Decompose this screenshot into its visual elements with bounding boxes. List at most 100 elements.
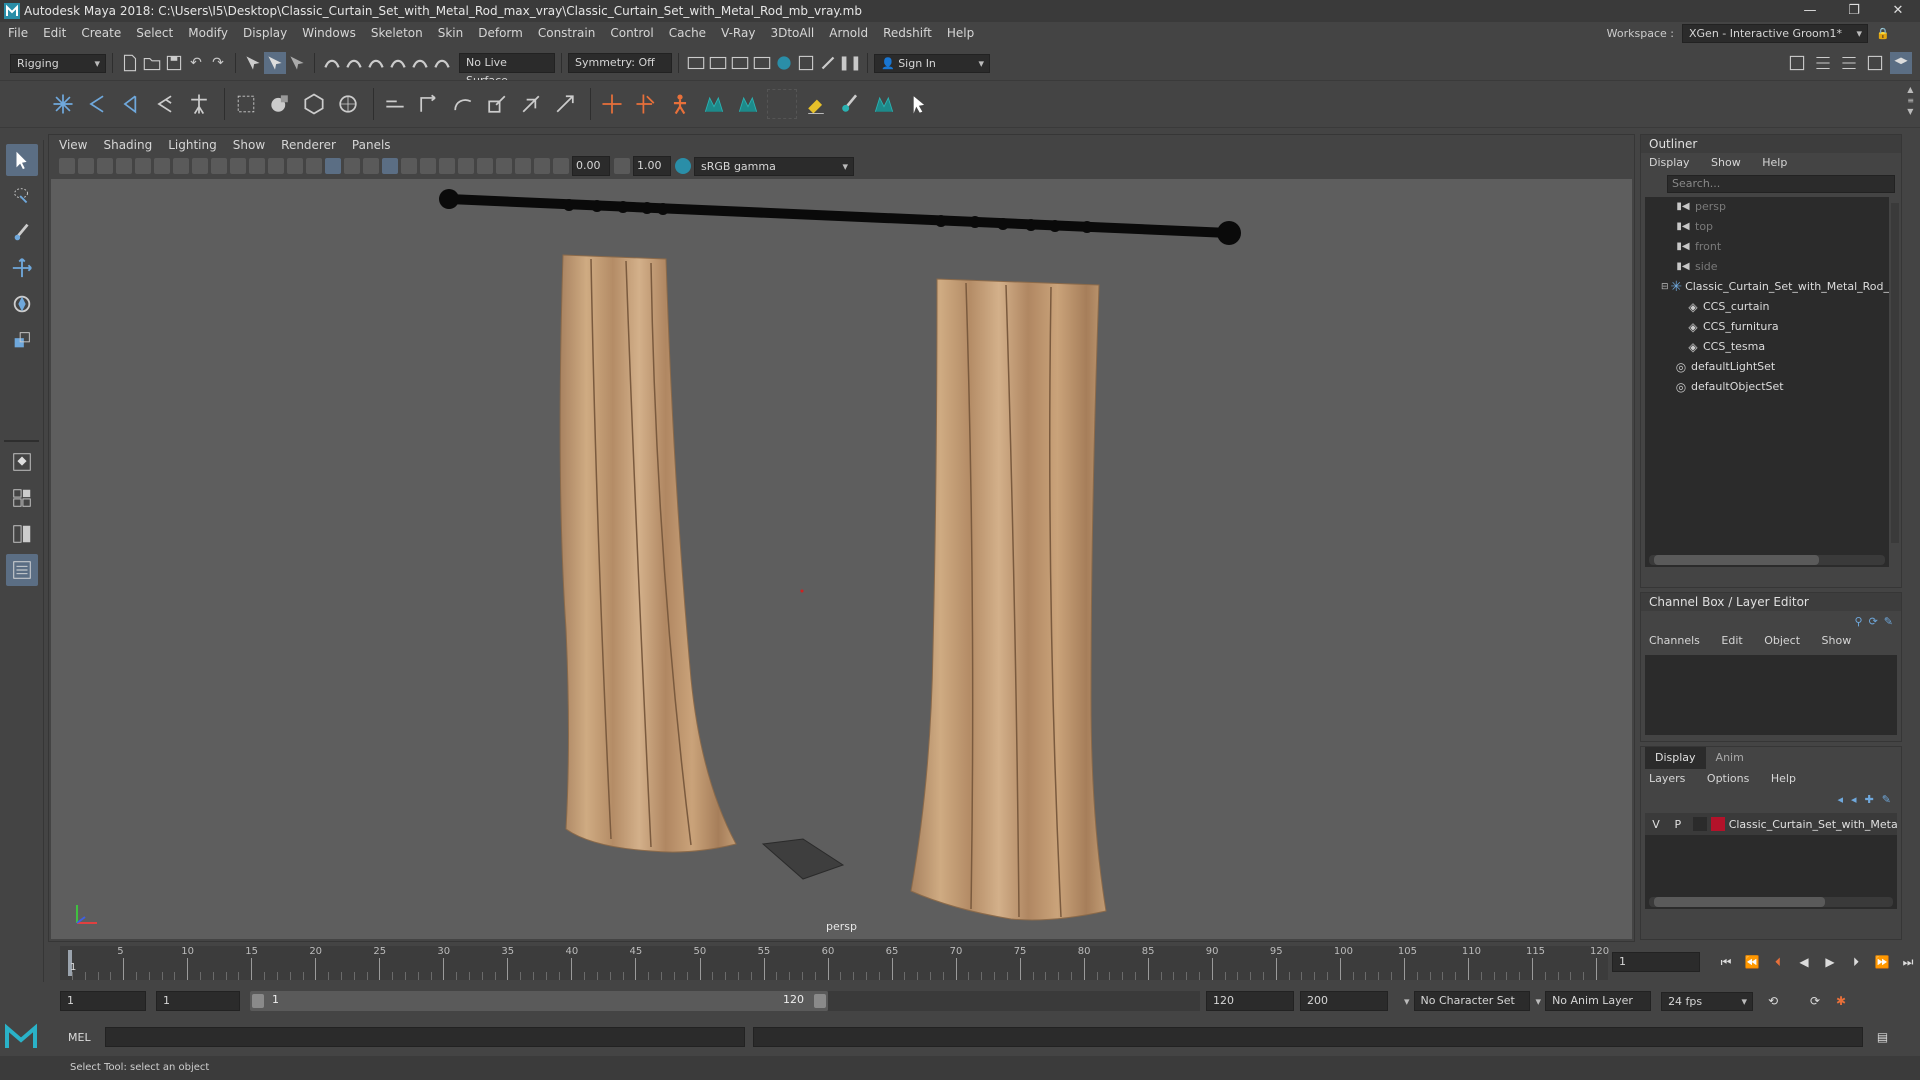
shadows-icon[interactable] bbox=[401, 158, 417, 174]
command-input[interactable] bbox=[104, 1027, 745, 1047]
outliner-h-scrollbar[interactable] bbox=[1649, 555, 1885, 565]
go-to-start-icon[interactable]: ⏮ bbox=[1716, 952, 1736, 972]
xray-icon[interactable] bbox=[515, 158, 531, 174]
channel-menu-edit[interactable]: Edit bbox=[1721, 634, 1742, 647]
shelf-scroll-down-icon[interactable]: ▼ bbox=[1907, 107, 1914, 116]
field-chart-icon[interactable] bbox=[249, 158, 265, 174]
mash-network-icon[interactable] bbox=[733, 89, 763, 119]
outliner-item-front[interactable]: ▮◀ front bbox=[1645, 237, 1889, 257]
exposure-field[interactable]: 0.00 bbox=[572, 156, 610, 176]
step-forward-frame-icon[interactable]: ⏩ bbox=[1872, 952, 1892, 972]
character-icon[interactable] bbox=[665, 89, 695, 119]
viewport-menu-lighting[interactable]: Lighting bbox=[168, 138, 217, 152]
menu-control[interactable]: Control bbox=[610, 26, 653, 40]
outliner-item-curtain-group[interactable]: ⊟ ✳ Classic_Curtain_Set_with_Metal_Rod_ bbox=[1645, 277, 1889, 297]
joint-tool-icon[interactable] bbox=[48, 89, 78, 119]
humanik-icon[interactable] bbox=[184, 89, 214, 119]
layer-menu-options[interactable]: Options bbox=[1707, 772, 1749, 785]
viewport-menu-view[interactable]: View bbox=[59, 138, 87, 152]
select-component-icon[interactable] bbox=[286, 52, 308, 74]
depth-of-field-icon[interactable] bbox=[477, 158, 493, 174]
outliner-menu-help[interactable]: Help bbox=[1762, 156, 1787, 169]
mash-icon[interactable] bbox=[699, 89, 729, 119]
channel-menu-channels[interactable]: Channels bbox=[1649, 634, 1700, 647]
menu-redshift[interactable]: Redshift bbox=[883, 26, 932, 40]
channel-box-refresh-icon[interactable]: ⟳ bbox=[1869, 615, 1878, 628]
snap-surface-icon[interactable] bbox=[409, 52, 431, 74]
channel-menu-show[interactable]: Show bbox=[1822, 634, 1852, 647]
tab-display[interactable]: Display bbox=[1645, 747, 1706, 769]
character-set-field[interactable]: No Character Set bbox=[1413, 991, 1530, 1011]
orient-constraint-icon[interactable] bbox=[448, 89, 478, 119]
single-perspective-layout-icon[interactable] bbox=[6, 446, 38, 478]
ik-spline-icon[interactable] bbox=[116, 89, 146, 119]
viewport-menu-shading[interactable]: Shading bbox=[103, 138, 152, 152]
motion-blur-icon[interactable] bbox=[439, 158, 455, 174]
menu-create[interactable]: Create bbox=[81, 26, 121, 40]
lattice-icon[interactable] bbox=[299, 89, 329, 119]
shelf-scroll-up-icon[interactable]: ▲ bbox=[1907, 85, 1914, 94]
move-layer-up-icon[interactable]: ◂ bbox=[1838, 793, 1844, 806]
save-scene-icon[interactable] bbox=[163, 52, 185, 74]
grid-icon[interactable] bbox=[173, 158, 189, 174]
menu-modify[interactable]: Modify bbox=[188, 26, 228, 40]
image-plane-icon[interactable] bbox=[116, 158, 132, 174]
menu-arnold[interactable]: Arnold bbox=[829, 26, 868, 40]
ik-handle-icon[interactable] bbox=[82, 89, 112, 119]
point-constraint-icon[interactable] bbox=[380, 89, 410, 119]
layer-row[interactable]: V P Classic_Curtain_Set_with_Meta bbox=[1645, 813, 1897, 835]
exposure-icon[interactable] bbox=[553, 158, 569, 174]
scale-constraint-icon[interactable] bbox=[482, 89, 512, 119]
safe-action-icon[interactable] bbox=[268, 158, 284, 174]
character-set-arrow-icon[interactable]: ▾ bbox=[1404, 995, 1410, 1008]
outliner-item-ccs-furnitura[interactable]: ◈ CCS_furnitura bbox=[1645, 317, 1889, 337]
two-view-layout-icon[interactable] bbox=[6, 518, 38, 550]
layer-display-type[interactable] bbox=[1692, 817, 1707, 831]
color-management-icon[interactable] bbox=[675, 158, 691, 174]
menu-select[interactable]: Select bbox=[136, 26, 173, 40]
channel-box-area[interactable] bbox=[1645, 655, 1897, 735]
snap-curve-icon[interactable] bbox=[343, 52, 365, 74]
outliner-item-ccs-tesma[interactable]: ◈ CCS_tesma bbox=[1645, 337, 1889, 357]
animation-end-field[interactable]: 200 bbox=[1300, 991, 1388, 1011]
menu-windows[interactable]: Windows bbox=[302, 26, 356, 40]
select-hierarchy-icon[interactable] bbox=[242, 52, 264, 74]
layer-editor-toggle-icon[interactable] bbox=[1890, 52, 1912, 74]
render-frame-icon[interactable] bbox=[685, 52, 707, 74]
camera-lock-icon[interactable] bbox=[78, 158, 94, 174]
menu-vray[interactable]: V-Ray bbox=[721, 26, 755, 40]
film-gate-icon[interactable] bbox=[192, 158, 208, 174]
animation-start-field[interactable]: 1 bbox=[60, 991, 146, 1011]
new-scene-icon[interactable] bbox=[119, 52, 141, 74]
modeling-toolkit-icon[interactable] bbox=[1786, 52, 1808, 74]
pole-vector-icon[interactable] bbox=[550, 89, 580, 119]
menu-3dtoall[interactable]: 3DtoAll bbox=[770, 26, 814, 40]
hypershade-icon[interactable] bbox=[773, 52, 795, 74]
gamma-field[interactable]: 1.00 bbox=[633, 156, 671, 176]
parent-constraint-icon[interactable] bbox=[516, 89, 546, 119]
script-editor-icon[interactable]: ▤ bbox=[1873, 1027, 1893, 1047]
current-frame-field[interactable]: 1 bbox=[1612, 952, 1700, 972]
minimize-button[interactable]: — bbox=[1788, 0, 1832, 22]
anim-layer-field[interactable]: No Anim Layer bbox=[1545, 991, 1652, 1011]
outliner-item-side[interactable]: ▮◀ side bbox=[1645, 257, 1889, 277]
redo-icon[interactable]: ↷ bbox=[207, 52, 229, 74]
play-backwards-icon[interactable]: ◀ bbox=[1794, 952, 1814, 972]
xray-joints-icon[interactable] bbox=[534, 158, 550, 174]
fps-dropdown[interactable]: 24 fps bbox=[1661, 991, 1754, 1011]
collapse-icon[interactable]: ⊟ bbox=[1661, 277, 1669, 297]
workspace-dropdown[interactable]: XGen - Interactive Groom1* bbox=[1682, 24, 1868, 43]
tab-anim[interactable]: Anim bbox=[1706, 747, 1754, 769]
close-button[interactable]: ✕ bbox=[1876, 0, 1920, 22]
undo-icon[interactable]: ↶ bbox=[185, 52, 207, 74]
insert-joint-icon[interactable] bbox=[150, 89, 180, 119]
color-space-dropdown[interactable]: sRGB gamma bbox=[694, 156, 854, 176]
layer-h-scrollbar[interactable] bbox=[1649, 897, 1893, 907]
locator-orient-icon[interactable] bbox=[631, 89, 661, 119]
channel-box-tool-icon[interactable]: ⚲ bbox=[1855, 615, 1863, 628]
sign-in-button[interactable]: 👤 Sign In bbox=[874, 53, 990, 73]
empty-shelf-slot[interactable] bbox=[767, 89, 797, 119]
attribute-editor-icon[interactable] bbox=[1812, 52, 1834, 74]
four-view-layout-icon[interactable] bbox=[6, 482, 38, 514]
aim-constraint-icon[interactable] bbox=[414, 89, 444, 119]
